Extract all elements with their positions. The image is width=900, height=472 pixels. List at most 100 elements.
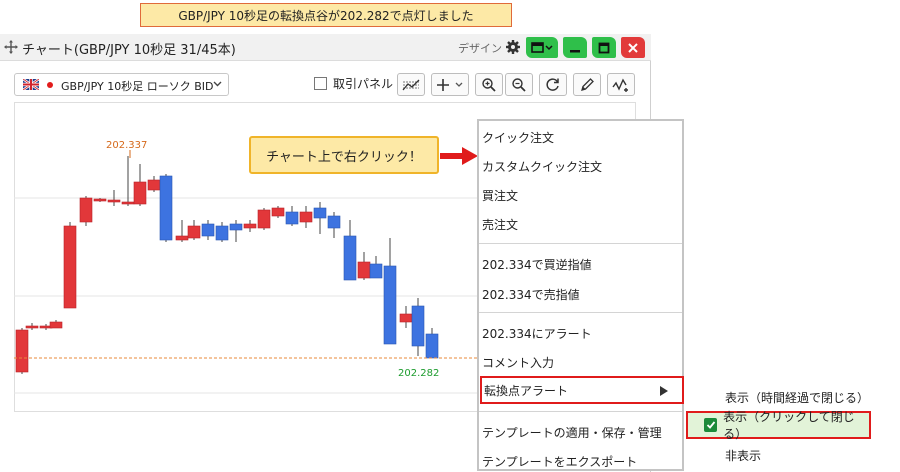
candle-down	[229, 223, 243, 231]
candle-up	[107, 199, 121, 203]
candle-down	[313, 207, 327, 219]
window-titlebar[interactable]: チャート(GBP/JPY 10秒足 31/45本) デザイン	[0, 34, 651, 61]
candle-down	[343, 235, 357, 281]
candle-down	[201, 223, 215, 237]
zoom-in-button[interactable]	[475, 73, 503, 96]
jp-flag-icon	[47, 82, 53, 88]
candle-up	[257, 209, 271, 229]
candle-down	[425, 333, 439, 359]
candle-up	[49, 321, 63, 329]
menu-item-label: 転換点アラート	[484, 383, 569, 398]
candle-up	[243, 223, 257, 229]
candle-up	[399, 313, 413, 323]
design-label[interactable]: デザイン	[458, 40, 502, 56]
menu-item-template-export[interactable]: テンプレートをエクスポート	[482, 447, 681, 472]
high-price-label: 202.337	[106, 140, 147, 151]
submenu-item-show-click-close[interactable]: 表示（クリックして閉じる）	[686, 410, 871, 441]
chevron-down-icon	[213, 81, 222, 87]
submenu-item-hide[interactable]: 非表示	[725, 447, 761, 464]
candle-down	[383, 265, 397, 345]
candle-up	[147, 179, 161, 191]
minimize-icon	[570, 49, 580, 52]
candle-up	[121, 201, 135, 205]
menu-item-sell-order[interactable]: 売注文	[482, 210, 681, 238]
candle-down	[159, 175, 173, 241]
draw-button[interactable]	[573, 73, 601, 96]
menu-item-buy-order[interactable]: 買注文	[482, 181, 681, 209]
signal-icon	[612, 77, 628, 92]
context-menu: クイック注文 カスタムクイック注文 買注文 売注文 202.334で買逆指値 2…	[477, 119, 684, 471]
close-button[interactable]	[621, 37, 645, 58]
alert-banner-text: GBP/JPY 10秒足の転換点谷が202.282で点灯しました	[178, 8, 474, 23]
zoom-out-button[interactable]	[505, 73, 533, 96]
symbol-select[interactable]: GBP/JPY 10秒足 ローソク BID	[14, 73, 229, 96]
menu-item-template-manage[interactable]: テンプレートの適用・保存・管理	[482, 418, 681, 446]
gear-icon[interactable]	[505, 39, 521, 55]
menu-item-turning-point-alert[interactable]: 転換点アラート	[480, 376, 684, 404]
window-title: チャート(GBP/JPY 10秒足 31/45本)	[22, 43, 236, 58]
menu-separator	[479, 411, 682, 412]
crosshair-button[interactable]	[431, 73, 469, 96]
submenu-item-label: 表示（時間経過で閉じる）	[725, 391, 870, 405]
candle-down	[327, 215, 341, 229]
signal-button[interactable]	[607, 73, 635, 96]
candle-down	[215, 225, 229, 241]
refresh-button[interactable]	[539, 73, 567, 96]
menu-item-label: テンプレートの適用・保存・管理	[482, 425, 662, 440]
candle-down	[285, 211, 299, 225]
close-icon	[628, 42, 638, 53]
candle-up	[357, 261, 371, 279]
menu-item-label: 買注文	[482, 188, 519, 203]
candle-up	[299, 211, 313, 223]
zoom-in-icon	[482, 77, 496, 92]
alert-banner: GBP/JPY 10秒足の転換点谷が202.282で点灯しました	[140, 3, 512, 27]
candle-up	[63, 225, 77, 309]
right-click-callout: チャート上で右クリック！	[249, 136, 439, 174]
menu-item-price-alert[interactable]: 202.334にアラート	[482, 319, 681, 347]
menu-item-label: クイック注文	[482, 130, 555, 145]
candle-up	[175, 235, 189, 241]
submenu-arrow-icon	[660, 386, 668, 396]
order-panel-toggle[interactable]: 取引パネル	[314, 75, 393, 92]
menu-item-label: 202.334で売指値	[482, 287, 580, 302]
pencil-icon	[581, 77, 594, 91]
maximize-icon	[598, 42, 610, 53]
candle-up	[15, 329, 29, 373]
candle-up	[187, 225, 201, 239]
menu-item-label: コメント入力	[482, 355, 555, 370]
candle-up	[133, 181, 147, 205]
checkmark-icon	[704, 418, 718, 432]
menu-item-comment[interactable]: コメント入力	[482, 348, 681, 376]
arrow-right-icon	[440, 147, 478, 165]
window-layout-button[interactable]	[526, 37, 558, 58]
menu-item-label: 売注文	[482, 217, 519, 232]
order-panel-label: 取引パネル	[333, 77, 394, 91]
indicator-button[interactable]	[397, 73, 425, 96]
menu-separator	[479, 243, 682, 244]
candle-up	[271, 207, 285, 217]
menu-item-label: カスタムクイック注文	[482, 159, 603, 174]
menu-item-label: 202.334にアラート	[482, 326, 592, 341]
menu-item-quick-order[interactable]: クイック注文	[482, 123, 681, 151]
menu-item-buy-stop[interactable]: 202.334で買逆指値	[482, 250, 681, 278]
candle-down	[411, 305, 425, 347]
zoom-out-icon	[512, 77, 526, 92]
candle-down	[369, 263, 383, 279]
candle-up	[93, 198, 107, 202]
refresh-icon	[546, 77, 559, 91]
maximize-button[interactable]	[592, 37, 616, 58]
move-icon[interactable]	[4, 40, 18, 54]
candle-up	[79, 197, 93, 223]
menu-item-sell-limit[interactable]: 202.334で売指値	[482, 280, 681, 308]
menu-item-label: 202.334で買逆指値	[482, 257, 592, 272]
submenu-item-show-timed[interactable]: 表示（時間経過で閉じる）	[725, 389, 869, 406]
callout-text: チャート上で右クリック！	[266, 149, 422, 165]
uk-flag-icon	[23, 79, 39, 90]
menu-item-label: テンプレートをエクスポート	[482, 454, 638, 469]
crosshair-icon	[437, 78, 463, 91]
order-panel-checkbox[interactable]	[314, 77, 327, 90]
symbol-label: GBP/JPY 10秒足 ローソク BID	[61, 80, 214, 93]
window-layout-icon	[531, 41, 553, 53]
minimize-button[interactable]	[563, 37, 587, 58]
menu-item-custom-quick-order[interactable]: カスタムクイック注文	[482, 152, 681, 180]
